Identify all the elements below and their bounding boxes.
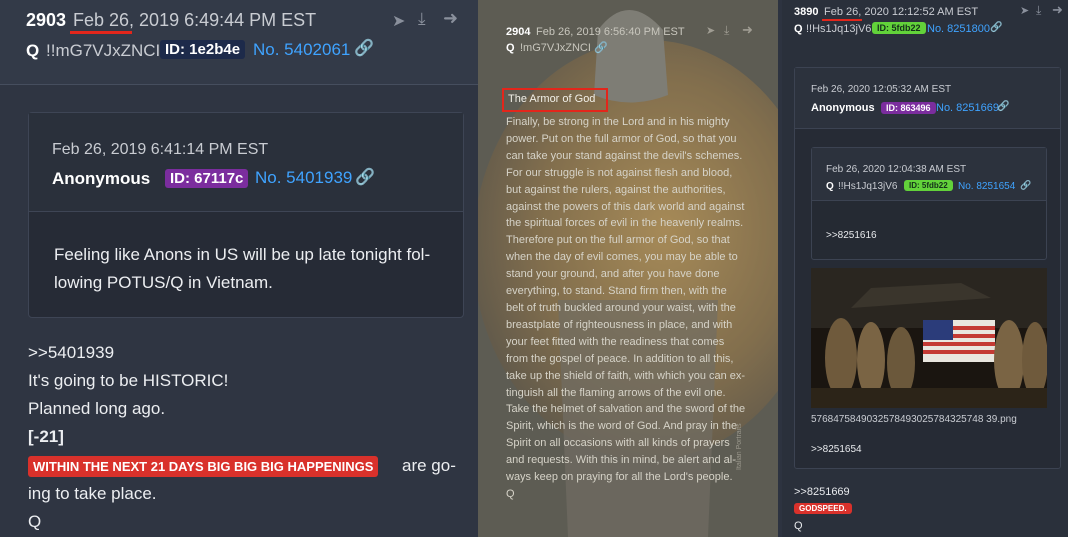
post-number: 2903 bbox=[26, 10, 67, 30]
passage-line: your feet fitted with the readiness that… bbox=[506, 335, 725, 348]
image-filename[interactable]: 5768475849032578493025784325748 39.png bbox=[811, 414, 1017, 425]
download-icon[interactable]: ⤓ bbox=[724, 23, 729, 38]
nested-reply-reference[interactable]: >>8251616 bbox=[826, 230, 877, 241]
quoted-reply-reference[interactable]: >>8251654 bbox=[811, 444, 862, 455]
nested-link-icon[interactable]: 🔗 bbox=[1020, 180, 1031, 191]
share-icon[interactable]: ➤ bbox=[392, 11, 405, 31]
link-icon[interactable]: 🔗 bbox=[594, 41, 608, 54]
post-link[interactable]: No. 8251800 bbox=[927, 23, 990, 35]
quoted-id-badge[interactable]: ID: 863496 bbox=[881, 102, 936, 114]
quoted-card-header bbox=[795, 68, 1060, 129]
left-post-panel: 2903 Feb 26, 2019 6:49:44 PM EST ➤ ⤓ ➜ Q… bbox=[0, 0, 478, 537]
reply-reference[interactable]: >>5401939 bbox=[28, 343, 114, 363]
share-icon[interactable]: ➤ bbox=[706, 24, 715, 37]
quoted-author: Anonymous bbox=[52, 169, 151, 188]
passage-line: ways keep on praying for all the Lord's … bbox=[506, 471, 733, 484]
nested-id-badge[interactable]: ID: 5fdb22 bbox=[904, 180, 953, 191]
passage-signature: Q bbox=[506, 487, 515, 500]
passage-line: but against the rulers, against the auth… bbox=[506, 183, 726, 196]
passage-line: and requests. With this in mind, be aler… bbox=[506, 454, 736, 467]
body-signature: Q bbox=[28, 512, 42, 531]
post-date: Feb 26, 2019 6:49:44 PM EST bbox=[73, 10, 317, 30]
passage-line: Finally, be strong in the Lord and in hi… bbox=[506, 116, 730, 128]
passage-line: stand your ground, and after you have do… bbox=[506, 268, 720, 281]
post-tripcode: !!mG7VJxZNCI bbox=[46, 41, 161, 60]
godspeed-tag: GODSPEED. bbox=[794, 503, 852, 514]
post-tripcode: !!Hs1Jq13jV6 bbox=[806, 23, 872, 35]
quoted-link-icon[interactable]: 🔗 bbox=[355, 167, 375, 187]
quoted-date: Feb 26, 2020 12:05:32 AM EST bbox=[811, 84, 952, 95]
passage-line: power. Put on the full armor of God, so … bbox=[506, 132, 737, 145]
passage-line: Take the helmet of salvation and the swo… bbox=[506, 403, 746, 416]
quoted-card-header bbox=[29, 113, 463, 212]
post-id-badge[interactable]: ID: 1e2b4e bbox=[160, 40, 246, 59]
quoted-author: Anonymous bbox=[811, 102, 875, 114]
quoted-text-line2: lowing POTUS/Q in Vietnam. bbox=[54, 273, 273, 292]
post-link[interactable]: No. 5402061 bbox=[253, 40, 350, 60]
highlight-tag: WITHIN THE NEXT 21 DAYS BIG BIG BIG HAPP… bbox=[28, 456, 379, 477]
reply-reference[interactable]: >>8251669 bbox=[794, 486, 850, 498]
goto-icon[interactable]: ➜ bbox=[1052, 2, 1063, 18]
post-date: Feb 26, 2019 6:56:40 PM EST bbox=[536, 26, 685, 38]
passage-line: belt of truth buckled around your waist,… bbox=[506, 301, 736, 314]
post-id-badge[interactable]: ID: 5fdb22 bbox=[872, 22, 926, 34]
post-author: Q bbox=[26, 41, 40, 60]
download-icon[interactable]: ⤓ bbox=[418, 9, 426, 29]
body-line1: It's going to be HISTORIC! bbox=[28, 371, 229, 390]
nested-tripcode: !!Hs1Jq13jV6 bbox=[838, 181, 898, 192]
passage-line: against the powers of this dark world an… bbox=[506, 200, 745, 213]
download-icon[interactable]: ⤓ bbox=[1036, 3, 1041, 18]
quoted-post-card: Feb 26, 2019 6:41:14 PM EST Anonymous ID… bbox=[28, 112, 464, 318]
goto-icon[interactable]: ➜ bbox=[443, 8, 458, 29]
image-watermark: Italian Portraits bbox=[736, 423, 743, 470]
passage-line: the spiritual forces of evil in the heav… bbox=[506, 217, 744, 230]
quoted-post-link[interactable]: No. 5401939 bbox=[255, 168, 352, 188]
post-tripcode: !mG7VJxZNCI bbox=[520, 42, 591, 54]
quoted-text-line1: Feeling like Anons in US will be up late… bbox=[54, 245, 431, 264]
passage-line: when the day of evil comes, you may be a… bbox=[506, 251, 738, 264]
right-post-panel: 3890 Feb 26, 2020 12:12:52 AM EST ➤ ⤓ ➜ … bbox=[782, 0, 1068, 537]
quoted-post-link[interactable]: No. 8251669 bbox=[936, 102, 999, 114]
goto-icon[interactable]: ➜ bbox=[742, 22, 753, 38]
link-icon[interactable]: 🔗 bbox=[990, 22, 1002, 33]
post-date: Feb 26, 2020 12:12:52 AM EST bbox=[824, 6, 979, 18]
passage-line: from the gospel of peace. In addition to… bbox=[506, 352, 734, 365]
middle-post-panel: 2904 Feb 26, 2019 6:56:40 PM EST ➤ ⤓ ➜ Q… bbox=[478, 0, 778, 537]
date-underline bbox=[822, 19, 862, 21]
passage-line: Spirit on all occasions with all kinds o… bbox=[506, 437, 730, 450]
nested-author: Q bbox=[826, 181, 834, 192]
soldiers-flag-photo[interactable] bbox=[811, 268, 1047, 408]
nested-post-link[interactable]: No. 8251654 bbox=[958, 181, 1015, 192]
passage-line: Spirit, which is the word of God. And pr… bbox=[506, 420, 738, 433]
body-line5: ing to take place. bbox=[28, 484, 157, 503]
passage-line: can take your stand against the devil's … bbox=[506, 149, 743, 162]
body-after-highlight: are go- bbox=[402, 456, 456, 475]
date-underline bbox=[70, 31, 132, 34]
quoted-date: Feb 26, 2019 6:41:14 PM EST bbox=[52, 141, 269, 158]
body-line3: [-21] bbox=[28, 427, 64, 446]
passage-title: The Armor of God bbox=[508, 93, 596, 105]
post-number: 3890 bbox=[794, 6, 819, 18]
quoted-post-card: Feb 26, 2020 12:05:32 AM EST Anonymous I… bbox=[794, 67, 1061, 469]
passage-line: tinguish all the flaming arrows of the e… bbox=[506, 386, 726, 399]
passage-line: Therefore put on the full armor of God, … bbox=[506, 234, 730, 247]
post-author: Q bbox=[794, 23, 803, 35]
link-icon[interactable]: 🔗 bbox=[354, 38, 374, 58]
passage-line: breastplate of righteousness in place, a… bbox=[506, 318, 733, 331]
passage-line: everything, to stand. Stand firm then, w… bbox=[506, 285, 727, 298]
passage-line: take up the shield of faith, with which … bbox=[506, 369, 746, 382]
body-signature: Q bbox=[794, 520, 803, 532]
nested-quoted-card: Feb 26, 2020 12:04:38 AM EST Q !!Hs1Jq13… bbox=[811, 147, 1047, 260]
quoted-id-badge[interactable]: ID: 67117c bbox=[165, 169, 249, 188]
passage-text: Finally, be strong in the Lord and in hi… bbox=[506, 114, 756, 503]
quoted-link-icon[interactable]: 🔗 bbox=[997, 101, 1009, 112]
body-line2: Planned long ago. bbox=[28, 399, 166, 418]
post-author: Q bbox=[506, 42, 515, 54]
passage-line: For our struggle is not against flesh an… bbox=[506, 166, 733, 179]
share-icon[interactable]: ➤ bbox=[1020, 4, 1029, 17]
nested-date: Feb 26, 2020 12:04:38 AM EST bbox=[826, 164, 967, 175]
post-number: 2904 bbox=[506, 26, 531, 38]
